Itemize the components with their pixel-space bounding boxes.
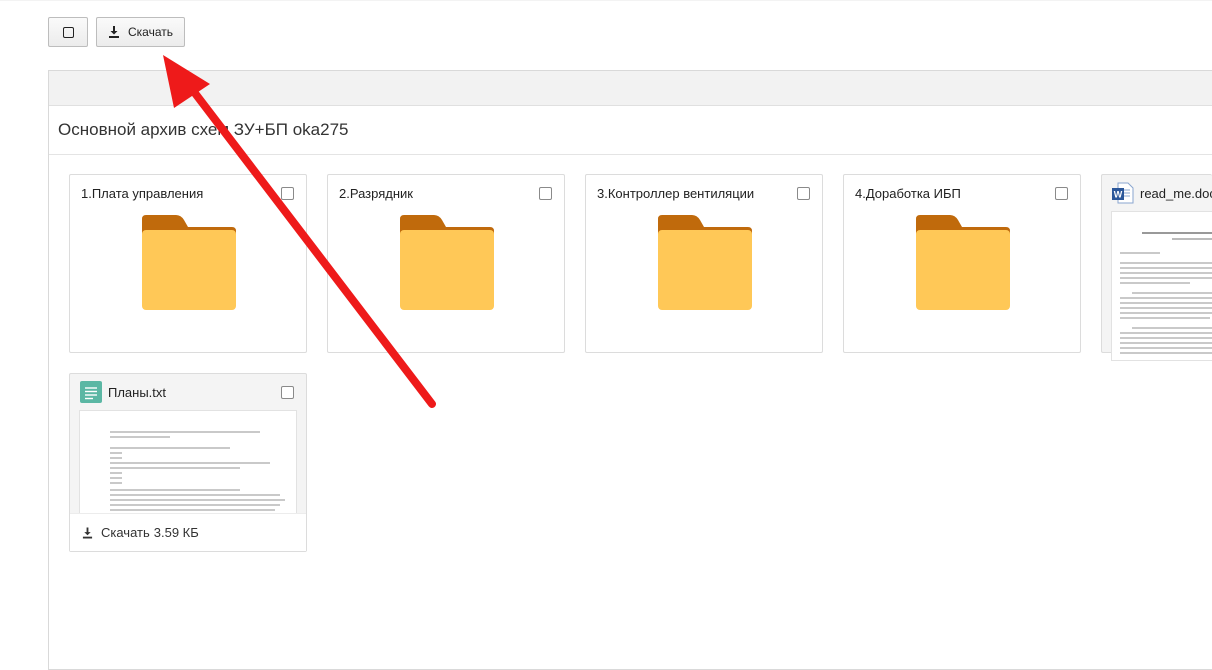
folder-tile[interactable]: 4.Доработка ИБП [843, 174, 1081, 353]
file-download-label: Скачать [101, 525, 150, 540]
file-tile[interactable]: W read_me.doc [1101, 174, 1212, 361]
folder-tile[interactable]: 2.Разрядник [327, 174, 565, 353]
download-button[interactable]: Скачать [96, 17, 185, 47]
folder-tile[interactable]: 1.Плата управления [69, 174, 307, 353]
top-border [0, 0, 1212, 1]
folder-icon [400, 215, 494, 310]
tile-checkbox[interactable] [281, 187, 294, 200]
tile-checkbox[interactable] [281, 386, 294, 399]
tile-checkbox[interactable] [539, 187, 552, 200]
folder-icon [658, 215, 752, 310]
folder-icon [916, 215, 1010, 310]
folder-name: 2.Разрядник [339, 186, 413, 201]
svg-text:W: W [1114, 190, 1123, 200]
file-name: read_me.doc [1140, 186, 1212, 201]
folder-tile[interactable]: 3.Контроллер вентиляции [585, 174, 823, 353]
file-size: 3.59 КБ [153, 525, 199, 540]
square-outline-icon [62, 26, 74, 38]
folder-icon [142, 215, 236, 310]
page-title: Основной архив схем ЗУ+БП oka275 [58, 120, 349, 139]
panel-header [49, 71, 1212, 106]
tile-checkbox[interactable] [1055, 187, 1068, 200]
tile-checkbox[interactable] [797, 187, 810, 200]
divider [49, 154, 1212, 155]
file-tile[interactable]: Планы.txt Скачать 3.59 КБ [69, 373, 307, 552]
file-download-link[interactable]: Скачать 3.59 КБ [70, 513, 306, 551]
word-doc-icon: W [1112, 182, 1134, 204]
text-file-icon [80, 381, 102, 403]
file-preview [79, 410, 297, 514]
download-icon [82, 527, 93, 538]
folder-name: 3.Контроллер вентиляции [597, 186, 755, 201]
download-icon [109, 26, 119, 38]
folder-name: 4.Доработка ИБП [855, 186, 961, 201]
file-preview [1111, 211, 1212, 361]
download-button-label: Скачать [128, 25, 173, 39]
folder-name: 1.Плата управления [81, 186, 204, 201]
file-name: Планы.txt [108, 385, 167, 400]
archive-panel: Основной архив схем ЗУ+БП oka275 [48, 70, 1212, 670]
select-all-button[interactable] [48, 17, 88, 47]
